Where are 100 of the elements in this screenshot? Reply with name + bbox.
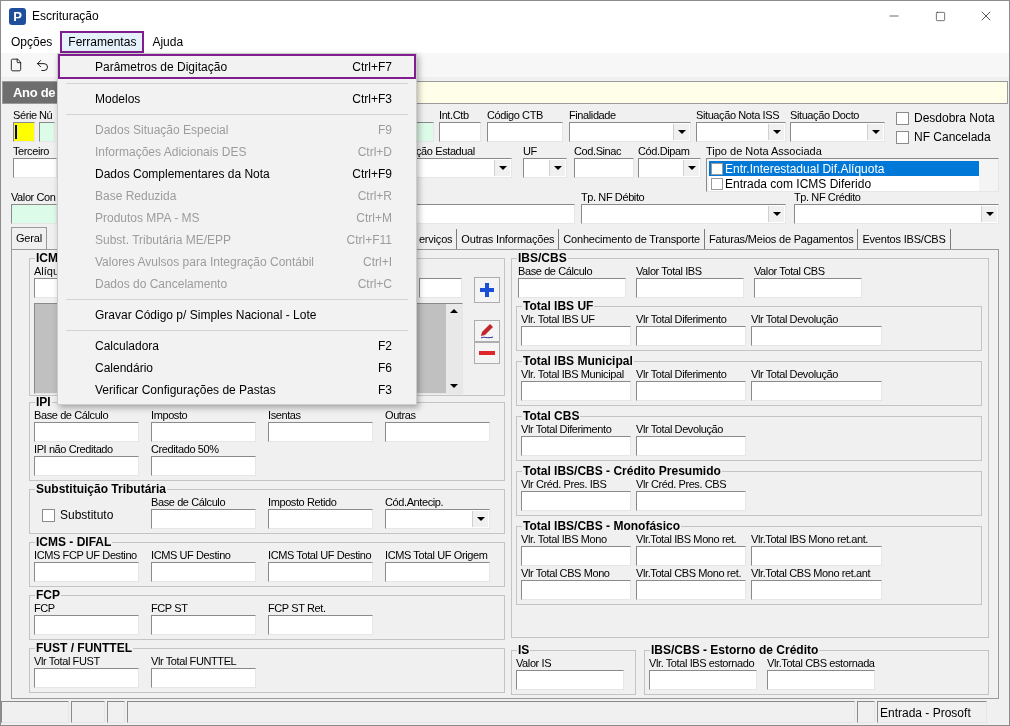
new-document-icon[interactable] (9, 58, 23, 72)
input-field[interactable] (268, 562, 373, 582)
caret-icon (476, 517, 485, 521)
input-field[interactable] (574, 158, 634, 178)
input-field[interactable] (34, 278, 60, 298)
dropdown-field[interactable] (638, 158, 701, 178)
menu-bar-item[interactable]: Ferramentas (60, 31, 145, 53)
menu-item[interactable]: Calculadora F2 (58, 335, 416, 357)
input-field[interactable] (636, 436, 746, 456)
menu-item[interactable]: Calendário F6 (58, 357, 416, 379)
input-field[interactable] (11, 204, 57, 224)
field-label: Base de Cálculo (34, 409, 109, 422)
input-field[interactable] (636, 491, 746, 511)
input-field[interactable] (521, 580, 631, 600)
input-field[interactable] (34, 615, 139, 635)
field-label: ICMS Total UF Destino (268, 549, 372, 562)
field-label: Valor IS (516, 657, 552, 670)
field-label: Base de Cálculo (151, 496, 226, 509)
input-field[interactable] (151, 668, 256, 688)
tab[interactable]: Eventos IBS/CBS (858, 229, 951, 249)
tab[interactable]: Faturas/Meios de Pagamentos (705, 229, 859, 249)
input-field[interactable] (516, 670, 624, 690)
input-field[interactable] (754, 278, 862, 298)
input-field[interactable] (439, 122, 481, 142)
checklist-item[interactable]: Entrada com ICMS Diferido (709, 176, 979, 191)
dropdown-field[interactable] (385, 509, 490, 529)
caret-icon (677, 130, 686, 134)
input-field[interactable] (636, 326, 746, 346)
input-field[interactable] (751, 381, 882, 401)
input-field[interactable] (751, 580, 882, 600)
input-field[interactable] (636, 278, 744, 298)
input-field[interactable] (34, 562, 139, 582)
input-field[interactable] (13, 122, 35, 142)
input-field[interactable] (34, 422, 139, 442)
input-field[interactable] (39, 122, 55, 142)
input-field[interactable] (151, 615, 256, 635)
tab[interactable]: Outras Informações (457, 229, 560, 249)
input-field[interactable] (521, 491, 631, 511)
checkbox-label: NF Cancelada (914, 130, 991, 144)
field-label: Código CTB (487, 109, 543, 122)
input-field[interactable] (636, 580, 746, 600)
checklist-item[interactable]: Entr.Interestadual Dif.Alíquota (709, 161, 979, 176)
text-cursor (15, 125, 17, 139)
input-field[interactable] (151, 509, 256, 529)
menu-item[interactable]: Modelos Ctrl+F3 (58, 88, 416, 110)
menu-item[interactable]: Verificar Configurações de Pastas F3 (58, 379, 416, 401)
menu-bar-item[interactable]: Ajuda (144, 31, 192, 53)
input-field[interactable] (416, 204, 575, 224)
menu-item[interactable]: Parâmetros de Digitação Ctrl+F7 (58, 54, 416, 79)
input-field[interactable] (151, 562, 256, 582)
field-label: Creditado 50% (151, 443, 219, 456)
input-field[interactable] (751, 546, 882, 566)
field-label: Tp. NF Crédito (794, 191, 861, 204)
checkbox[interactable] (896, 130, 909, 144)
input-field[interactable] (487, 122, 563, 142)
menu-item[interactable]: Dados Complementares da Nota Ctrl+F9 (58, 163, 416, 185)
band-title: Ano de (13, 83, 56, 102)
input-field[interactable] (268, 509, 373, 529)
input-field[interactable] (751, 326, 882, 346)
dropdown-field[interactable] (696, 122, 786, 142)
menu-bar-item[interactable]: Opções (3, 31, 61, 53)
input-field[interactable] (268, 615, 373, 635)
input-field[interactable] (521, 436, 631, 456)
input-field[interactable] (521, 381, 631, 401)
scrollbar[interactable] (446, 304, 462, 393)
input-field[interactable] (649, 670, 757, 690)
input-field[interactable] (385, 562, 490, 582)
field-label: Vlr Créd. Pres. IBS (521, 478, 607, 491)
menu-item[interactable]: Gravar Código p/ Simples Nacional - Lote (58, 304, 416, 326)
dropdown-field[interactable] (569, 122, 691, 142)
edit-button[interactable] (474, 320, 500, 342)
checkbox[interactable] (42, 508, 55, 522)
input-field[interactable] (521, 546, 631, 566)
dropdown-field[interactable] (581, 204, 786, 224)
input-field[interactable] (385, 422, 490, 442)
checkbox[interactable] (711, 177, 723, 190)
input-field[interactable] (518, 278, 626, 298)
dropdown-field[interactable] (416, 158, 512, 178)
input-field[interactable] (151, 422, 256, 442)
checkbox[interactable] (896, 111, 909, 125)
input-field[interactable] (34, 456, 139, 476)
dropdown-field[interactable] (790, 122, 885, 142)
input-field[interactable] (151, 456, 256, 476)
tab[interactable]: Geral (11, 227, 47, 249)
input-field[interactable] (767, 670, 875, 690)
undo-icon[interactable] (35, 57, 50, 73)
input-field[interactable] (13, 158, 57, 178)
dropdown-field[interactable] (523, 158, 567, 178)
input-field[interactable] (636, 381, 746, 401)
input-field[interactable] (521, 326, 631, 346)
checkbox[interactable] (711, 162, 723, 175)
input-field[interactable] (268, 422, 373, 442)
field-label: FCP (34, 602, 55, 615)
tab[interactable]: Conhecimento de Transporte (559, 229, 706, 249)
remove-button[interactable] (474, 342, 500, 364)
input-field[interactable] (419, 278, 462, 298)
dropdown-field[interactable] (794, 204, 999, 224)
add-button[interactable] (474, 277, 500, 303)
input-field[interactable] (34, 668, 139, 688)
input-field[interactable] (636, 546, 746, 566)
